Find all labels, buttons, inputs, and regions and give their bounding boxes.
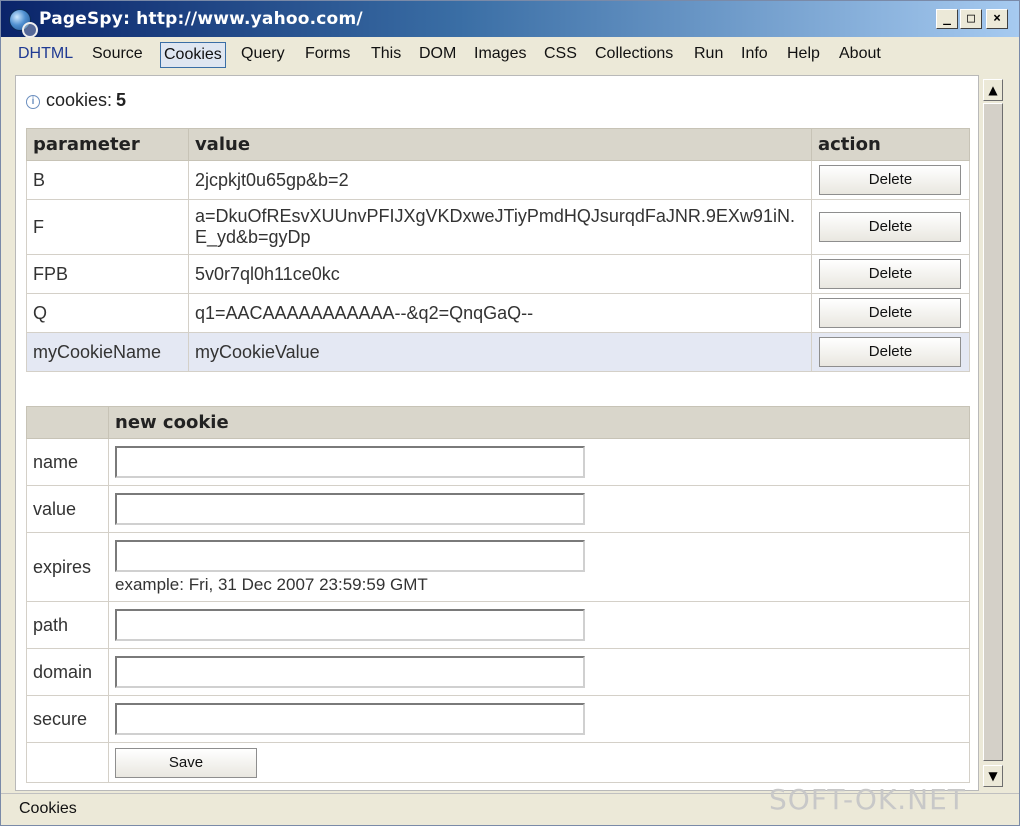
title-bar[interactable]: PageSpy: http://www.yahoo.com/ _ □ × xyxy=(1,1,1019,38)
menu-cookies[interactable]: Cookies xyxy=(160,42,226,68)
menu-bar: DHTML Source Cookies Query Forms This DO… xyxy=(9,39,1013,71)
cookie-summary: i cookies: 5 xyxy=(26,90,126,111)
pagespy-window: PageSpy: http://www.yahoo.com/ _ □ × DHT… xyxy=(0,0,1020,826)
new-cookie-form: new cookie name value expires example: F… xyxy=(26,406,970,783)
header-action: action xyxy=(810,128,971,161)
cookie-domain-input[interactable] xyxy=(115,656,585,688)
form-row: name xyxy=(26,438,970,486)
form-row: path xyxy=(26,601,970,649)
cookie-value: 2jcpkjt0u65gp&b=2 xyxy=(187,160,812,200)
cookie-value-input[interactable] xyxy=(115,493,585,525)
cookie-secure-input[interactable] xyxy=(115,703,585,735)
cookie-parameter: B xyxy=(26,160,189,200)
scroll-down-arrow-icon[interactable]: ▼ xyxy=(983,765,1003,787)
menu-images[interactable]: Images xyxy=(471,42,529,68)
field-label-value: value xyxy=(26,485,109,533)
table-row: Q q1=AACAAAAAAAAAAA--&q2=QnqGaQ-- Delete xyxy=(26,293,971,333)
delete-button[interactable]: Delete xyxy=(819,212,962,242)
menu-query[interactable]: Query xyxy=(238,42,288,68)
header-value: value xyxy=(187,128,812,161)
save-button[interactable]: Save xyxy=(115,747,257,778)
maximize-button[interactable]: □ xyxy=(960,9,982,29)
new-cookie-header: new cookie xyxy=(108,406,970,439)
vertical-scrollbar[interactable]: ▲ ▼ xyxy=(981,75,1005,791)
form-row: domain xyxy=(26,648,970,696)
menu-about[interactable]: About xyxy=(836,42,884,68)
cookie-value: q1=AACAAAAAAAAAAA--&q2=QnqGaQ-- xyxy=(187,293,812,333)
table-row: FPB 5v0r7ql0h11ce0kc Delete xyxy=(26,254,971,294)
menu-css[interactable]: CSS xyxy=(541,42,580,68)
field-label-domain: domain xyxy=(26,648,109,696)
watermark: SOFT-OK.NET xyxy=(769,783,966,816)
table-row: B 2jcpkjt0u65gp&b=2 Delete xyxy=(26,160,971,200)
cookie-value: myCookieValue xyxy=(187,332,812,372)
menu-source[interactable]: Source xyxy=(89,42,146,68)
form-row: secure xyxy=(26,695,970,743)
window-title: PageSpy: http://www.yahoo.com/ xyxy=(39,9,363,29)
field-label-name: name xyxy=(26,438,109,486)
info-icon: i xyxy=(26,95,40,109)
cookie-parameter: Q xyxy=(26,293,189,333)
pagespy-globe-icon xyxy=(9,9,38,38)
field-label-secure: secure xyxy=(26,695,109,743)
cookie-value: 5v0r7ql0h11ce0kc xyxy=(187,254,812,294)
menu-this[interactable]: This xyxy=(368,42,404,68)
cookie-name-input[interactable] xyxy=(115,446,585,478)
cookie-count: 5 xyxy=(116,90,127,110)
close-button[interactable]: × xyxy=(986,9,1008,29)
cookie-value: a=DkuOfREsvXUUnvPFIJXgVKDxweJTiyPmdHQJsu… xyxy=(187,199,812,255)
delete-button[interactable]: Delete xyxy=(819,165,962,195)
cookie-summary-label: cookies: xyxy=(46,90,113,110)
menu-collections[interactable]: Collections xyxy=(592,42,676,68)
form-row: expires example: Fri, 31 Dec 2007 23:59:… xyxy=(26,532,970,602)
delete-button[interactable]: Delete xyxy=(819,298,962,328)
table-row: F a=DkuOfREsvXUUnvPFIJXgVKDxweJTiyPmdHQJ… xyxy=(26,199,971,255)
cookie-parameter: FPB xyxy=(26,254,189,294)
delete-button[interactable]: Delete xyxy=(819,259,962,289)
form-row: value xyxy=(26,485,970,533)
field-label-expires: expires xyxy=(26,532,109,602)
header-parameter: parameter xyxy=(26,128,189,161)
cookies-panel: i cookies: 5 parameter value action B 2jcp… xyxy=(15,75,979,791)
cookie-parameter: myCookieName xyxy=(26,332,189,372)
delete-button[interactable]: Delete xyxy=(819,337,962,367)
cookie-parameter: F xyxy=(26,199,189,255)
menu-dom[interactable]: DOM xyxy=(416,42,459,68)
menu-help[interactable]: Help xyxy=(784,42,823,68)
menu-forms[interactable]: Forms xyxy=(302,42,353,68)
menu-dhtml[interactable]: DHTML xyxy=(15,42,76,68)
cookie-path-input[interactable] xyxy=(115,609,585,641)
status-text: Cookies xyxy=(19,800,77,817)
expires-hint: example: Fri, 31 Dec 2007 23:59:59 GMT xyxy=(115,574,428,594)
minimize-button[interactable]: _ xyxy=(936,9,958,29)
menu-info[interactable]: Info xyxy=(738,42,771,68)
cookies-table: parameter value action B 2jcpkjt0u65gp&b… xyxy=(26,128,971,372)
field-label-path: path xyxy=(26,601,109,649)
cookie-expires-input[interactable] xyxy=(115,539,585,572)
form-row: Save xyxy=(26,742,970,783)
scroll-thumb[interactable] xyxy=(983,103,1003,761)
scroll-up-arrow-icon[interactable]: ▲ xyxy=(983,79,1003,101)
table-row: myCookieName myCookieValue Delete xyxy=(26,332,971,372)
menu-run[interactable]: Run xyxy=(691,42,726,68)
